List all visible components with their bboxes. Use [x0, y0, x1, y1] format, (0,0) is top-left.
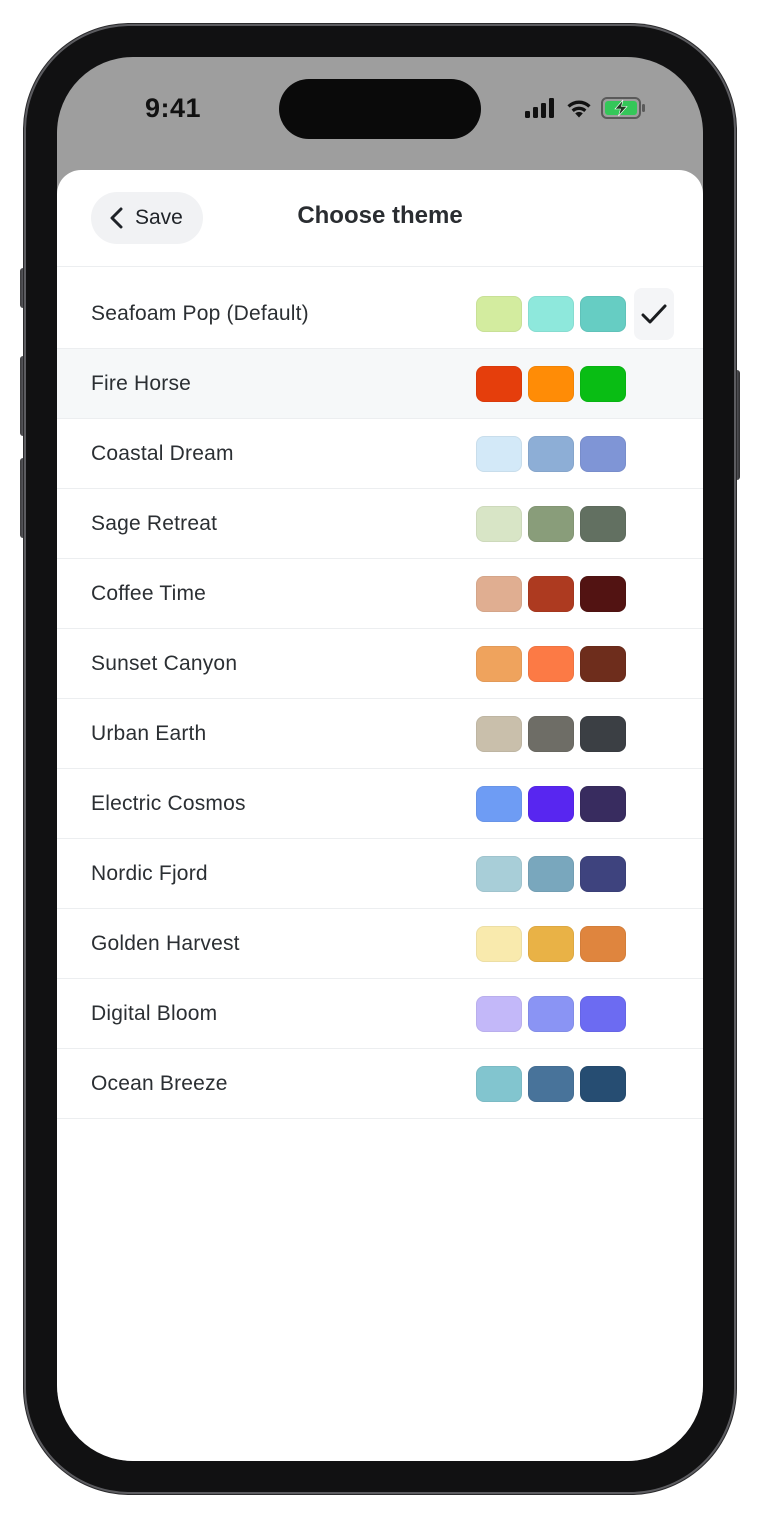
- theme-name: Urban Earth: [91, 721, 207, 745]
- theme-row[interactable]: Sage Retreat: [57, 489, 703, 559]
- color-swatch: [476, 296, 522, 332]
- color-swatch: [528, 506, 574, 542]
- theme-swatches: [476, 506, 626, 542]
- device-frame-stage: 9:41 Save Choose theme Seafoam Pop (Defa…: [0, 0, 760, 1518]
- color-swatch: [528, 436, 574, 472]
- color-swatch: [580, 576, 626, 612]
- color-swatch: [580, 296, 626, 332]
- color-swatch: [528, 646, 574, 682]
- theme-row[interactable]: Urban Earth: [57, 699, 703, 769]
- theme-picker-sheet: Save Choose theme Seafoam Pop (Default) F…: [57, 170, 703, 1461]
- color-swatch: [476, 576, 522, 612]
- color-swatch: [528, 856, 574, 892]
- color-swatch: [580, 996, 626, 1032]
- color-swatch: [528, 716, 574, 752]
- theme-row[interactable]: Sunset Canyon: [57, 629, 703, 699]
- color-swatch: [528, 996, 574, 1032]
- theme-name: Coastal Dream: [91, 441, 234, 465]
- theme-name: Ocean Breeze: [91, 1071, 228, 1095]
- color-swatch: [580, 506, 626, 542]
- theme-swatches: [476, 1066, 626, 1102]
- theme-name: Golden Harvest: [91, 931, 240, 955]
- color-swatch: [580, 926, 626, 962]
- phone-frame: 9:41 Save Choose theme Seafoam Pop (Defa…: [26, 26, 734, 1492]
- theme-name: Nordic Fjord: [91, 861, 208, 885]
- theme-name: Electric Cosmos: [91, 791, 246, 815]
- color-swatch: [476, 646, 522, 682]
- theme-swatches: [476, 856, 626, 892]
- theme-row[interactable]: Golden Harvest: [57, 909, 703, 979]
- theme-swatches: [476, 576, 626, 612]
- theme-swatches: [476, 996, 626, 1032]
- theme-swatches: [476, 926, 626, 962]
- theme-name: Digital Bloom: [91, 1001, 218, 1025]
- sheet-header: Save Choose theme: [57, 170, 703, 267]
- phone-screen: 9:41 Save Choose theme Seafoam Pop (Defa…: [57, 57, 703, 1461]
- battery-charging-icon: [601, 97, 645, 119]
- theme-row[interactable]: Electric Cosmos: [57, 769, 703, 839]
- color-swatch: [580, 786, 626, 822]
- color-swatch: [476, 786, 522, 822]
- color-swatch: [476, 506, 522, 542]
- color-swatch: [476, 1066, 522, 1102]
- theme-swatches: [476, 786, 626, 822]
- color-swatch: [476, 366, 522, 402]
- color-swatch: [528, 366, 574, 402]
- status-time: 9:41: [145, 93, 202, 123]
- theme-swatches: [476, 716, 626, 752]
- color-swatch: [580, 436, 626, 472]
- theme-row[interactable]: Coastal Dream: [57, 419, 703, 489]
- theme-row[interactable]: Coffee Time: [57, 559, 703, 629]
- status-bar: 9:41: [57, 57, 703, 167]
- color-swatch: [580, 856, 626, 892]
- color-swatch: [528, 296, 574, 332]
- color-swatch: [580, 646, 626, 682]
- color-swatch: [476, 856, 522, 892]
- theme-name: Coffee Time: [91, 581, 207, 605]
- checkmark-icon: [641, 304, 667, 324]
- theme-swatches: [476, 296, 626, 332]
- color-swatch: [580, 366, 626, 402]
- color-swatch: [476, 926, 522, 962]
- color-swatch: [580, 716, 626, 752]
- theme-name: Sage Retreat: [91, 511, 218, 535]
- color-swatch: [528, 576, 574, 612]
- theme-row[interactable]: Fire Horse: [57, 349, 703, 419]
- theme-name: Sunset Canyon: [91, 651, 238, 675]
- color-swatch: [528, 1066, 574, 1102]
- theme-swatches: [476, 366, 626, 402]
- dynamic-island: [279, 79, 481, 139]
- theme-row[interactable]: Ocean Breeze: [57, 1049, 703, 1119]
- cellular-signal-icon: [525, 98, 554, 118]
- theme-name: Seafoam Pop (Default): [91, 301, 309, 325]
- color-swatch: [528, 786, 574, 822]
- color-swatch: [476, 716, 522, 752]
- color-swatch: [476, 996, 522, 1032]
- color-swatch: [580, 1066, 626, 1102]
- theme-swatches: [476, 646, 626, 682]
- theme-name: Fire Horse: [91, 371, 192, 395]
- theme-list: Seafoam Pop (Default) Fire Horse Coastal D…: [57, 279, 703, 1119]
- theme-row[interactable]: Seafoam Pop (Default): [57, 279, 703, 349]
- color-swatch: [528, 926, 574, 962]
- status-icons: [525, 97, 647, 119]
- wifi-icon: [567, 100, 591, 118]
- selected-indicator: [634, 288, 674, 340]
- theme-row[interactable]: Digital Bloom: [57, 979, 703, 1049]
- theme-row[interactable]: Nordic Fjord: [57, 839, 703, 909]
- color-swatch: [476, 436, 522, 472]
- theme-swatches: [476, 436, 626, 472]
- page-title: Choose theme: [297, 202, 463, 229]
